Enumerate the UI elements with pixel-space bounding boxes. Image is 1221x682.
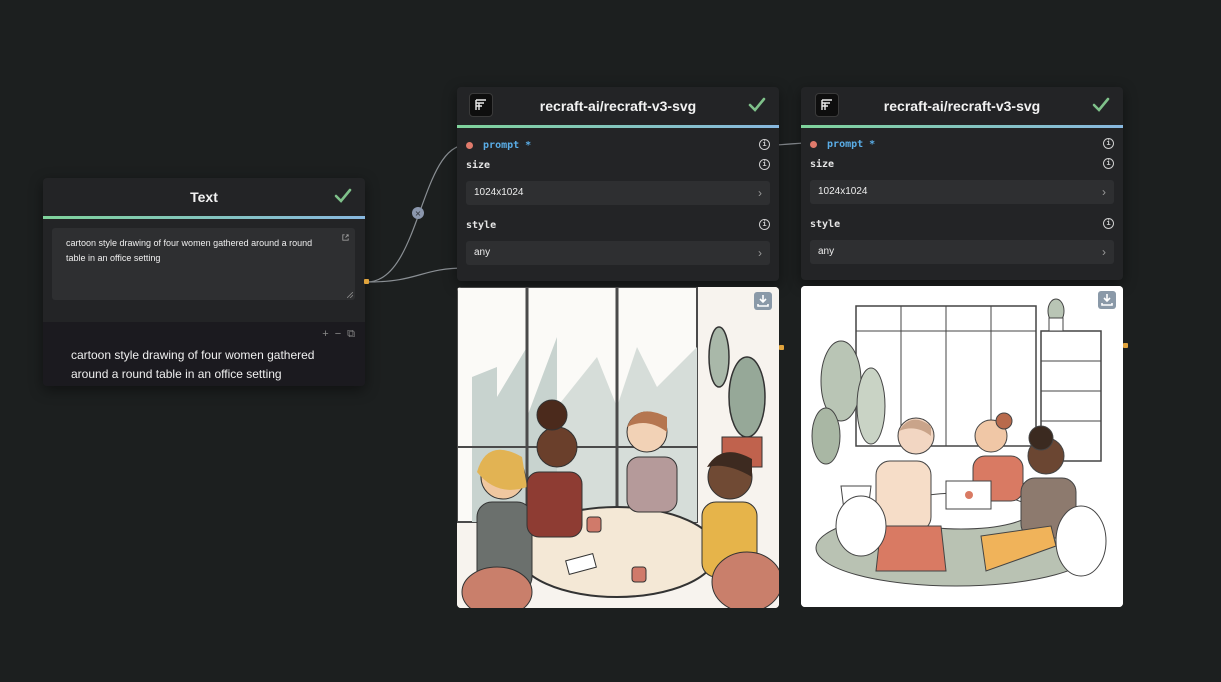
output-text: cartoon style drawing of four women gath… [71, 348, 315, 381]
resize-handle-icon[interactable] [347, 292, 353, 298]
external-link-icon[interactable] [341, 233, 350, 242]
style-select[interactable]: any › [810, 240, 1114, 264]
prompt-label: prompt * [483, 140, 532, 151]
size-param: size i [810, 158, 1114, 170]
chevron-right-icon: › [1102, 245, 1106, 259]
check-icon [1092, 97, 1110, 112]
text-output-area: + − ⧉ cartoon style drawing of four wome… [43, 322, 365, 386]
generated-image-2-art [801, 286, 1123, 607]
node-title: recraft-ai/recraft-v3-svg [883, 98, 1041, 114]
recraft-logo-icon [469, 93, 493, 117]
size-value: 1024x1024 [818, 186, 868, 197]
style-select[interactable]: any › [466, 241, 770, 265]
generated-image-1[interactable] [457, 287, 779, 608]
style-param: style i [466, 219, 770, 231]
chevron-right-icon: › [1102, 185, 1106, 199]
minus-icon[interactable]: − [335, 328, 341, 341]
size-select[interactable]: 1024x1024 › [810, 180, 1114, 204]
size-param: size i [466, 159, 770, 171]
chevron-right-icon: › [758, 186, 762, 200]
plus-icon[interactable]: + [322, 328, 328, 341]
download-icon[interactable] [754, 292, 772, 310]
info-icon[interactable]: i [1103, 138, 1114, 149]
style-value: any [818, 246, 835, 257]
info-icon[interactable]: i [1103, 218, 1114, 229]
node-title: Text [190, 189, 218, 205]
image-2-output-port[interactable] [1123, 343, 1128, 348]
recraft-node-1[interactable]: recraft-ai/recraft-v3-svg prompt * i siz… [457, 87, 779, 281]
output-toolbar: + − ⧉ [322, 328, 355, 341]
recraft-node-2[interactable]: recraft-ai/recraft-v3-svg prompt * i siz… [801, 87, 1123, 280]
required-dot-icon [466, 141, 473, 149]
required-dot-icon [810, 140, 817, 148]
size-value: 1024x1024 [474, 187, 524, 198]
wire-text-to-node1-alt [366, 267, 467, 283]
prompt-param[interactable]: prompt * i [466, 139, 770, 151]
check-icon [334, 188, 352, 203]
style-value: any [474, 247, 491, 258]
info-icon[interactable]: i [759, 139, 770, 150]
check-icon [748, 97, 766, 112]
text-node-header[interactable]: Text [43, 178, 365, 219]
prompt-textarea[interactable]: cartoon style drawing of four women gath… [52, 228, 355, 300]
style-label: style [810, 219, 841, 230]
size-select[interactable]: 1024x1024 › [466, 181, 770, 205]
textarea-value: cartoon style drawing of four women gath… [66, 238, 313, 263]
recraft-node-1-header[interactable]: recraft-ai/recraft-v3-svg [457, 87, 779, 128]
style-label: style [466, 220, 497, 231]
generated-image-1-art [457, 287, 779, 608]
node-title: recraft-ai/recraft-v3-svg [539, 98, 697, 114]
size-label: size [810, 159, 835, 170]
svg-text:×: × [415, 209, 422, 218]
info-icon[interactable]: i [759, 219, 770, 230]
recraft-logo-icon [815, 93, 839, 117]
text-node[interactable]: Text cartoon style drawing of four women… [43, 178, 369, 386]
info-icon[interactable]: i [759, 159, 770, 170]
info-icon[interactable]: i [1103, 158, 1114, 169]
text-output-port[interactable] [364, 279, 369, 284]
chevron-right-icon: › [758, 246, 762, 260]
prompt-param[interactable]: prompt * i [810, 138, 1114, 150]
size-label: size [466, 160, 491, 171]
style-param: style i [810, 218, 1114, 230]
download-icon[interactable] [1098, 291, 1116, 309]
recraft-node-2-header[interactable]: recraft-ai/recraft-v3-svg [801, 87, 1123, 128]
generated-image-2[interactable] [801, 286, 1123, 607]
image-1-output-port[interactable] [779, 345, 784, 350]
prompt-label: prompt * [827, 139, 876, 150]
copy-icon[interactable]: ⧉ [347, 328, 355, 341]
